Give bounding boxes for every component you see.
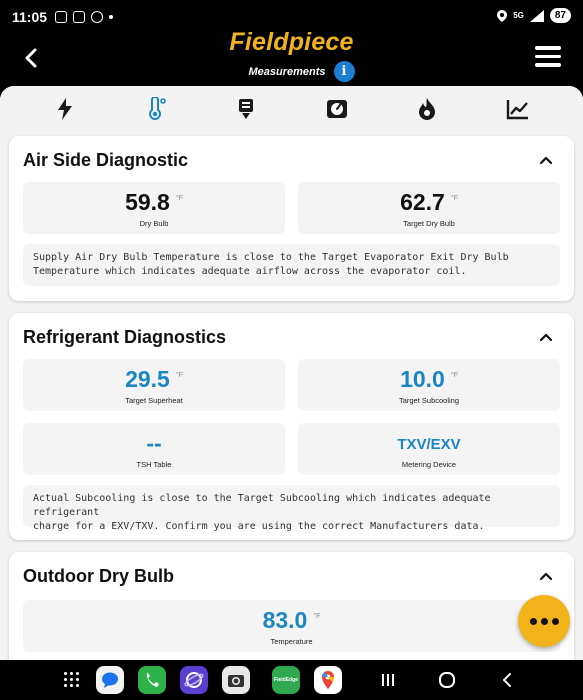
metering-device-value: TXV/EXV [397, 436, 461, 453]
target-subcooling-value: 10.0 [400, 366, 445, 392]
metering-device-tile[interactable]: TXV/EXV Metering Device [298, 423, 560, 475]
signal-icon [529, 9, 544, 22]
target-subcooling-tile: 10.0 °F Target Subcooling [298, 359, 560, 411]
measurements-content: Air Side Diagnostic 59.8 °F Dry Bulb 62.7… [0, 86, 583, 660]
tsh-table-value: -- [146, 430, 162, 456]
target-superheat-value: 29.5 [125, 366, 170, 392]
outdoor-temperature-value: 83.0 [262, 607, 308, 633]
target-superheat-unit: °F [175, 372, 183, 379]
back-nav-icon[interactable] [498, 671, 516, 689]
air-side-card-title: Air Side Diagnostic [23, 150, 189, 170]
app-drawer-icon[interactable] [64, 672, 80, 688]
collapse-chevron-up-icon[interactable] [536, 327, 556, 347]
tab-temperature[interactable] [138, 91, 174, 127]
fab-dot-icon [540, 617, 548, 625]
app-header: Fieldpiece Measurements i [0, 28, 583, 86]
tsh-table-tile[interactable]: -- TSH Table [23, 423, 285, 475]
app-notification-icon [73, 11, 86, 23]
browser-app-icon[interactable] [180, 666, 208, 694]
metering-device-label: Metering Device [401, 460, 457, 469]
fab-dot-icon [529, 617, 537, 625]
camera-app-icon[interactable] [222, 666, 250, 694]
refrigerant-diagnosis-note: Actual Subcooling is close to the Target… [23, 485, 560, 532]
dry-bulb-tile: 59.8 °F Dry Bulb [23, 182, 285, 234]
status-system-icons: 5G 87 [497, 8, 571, 23]
measurement-tab-bar [0, 86, 583, 132]
dry-bulb-value-row: 59.8 °F [23, 189, 285, 216]
refrigerant-note-line-2: charge for a EXV/TXV. Confirm you are us… [33, 521, 485, 532]
brand-logo: Fieldpiece [229, 28, 354, 56]
location-icon [497, 9, 508, 22]
thermometer-icon [148, 97, 166, 120]
target-subcooling-value-row: 10.0 °F [298, 366, 560, 393]
target-dry-bulb-value-row: 62.7 °F [298, 189, 560, 216]
air-side-note-line-1: Supply Air Dry Bulb Temperature is close… [33, 252, 509, 263]
tab-trends[interactable] [500, 91, 536, 127]
refrigerant-note-line-1: Actual Subcooling is close to the Target… [33, 493, 491, 518]
dry-bulb-value: 59.8 [125, 189, 170, 215]
battery-level: 87 [549, 8, 571, 23]
tab-electrical[interactable] [47, 91, 83, 127]
target-subcooling-label: Target Subcooling [398, 396, 460, 405]
fieldedge-app-label: FieldEdge [274, 677, 298, 683]
dry-bulb-label: Dry Bulb [139, 219, 169, 228]
tab-pressure[interactable] [319, 91, 355, 127]
air-side-diagnosis-note: Supply Air Dry Bulb Temperature is close… [23, 244, 560, 286]
sync-icon [91, 11, 104, 23]
lightning-icon [58, 98, 73, 120]
target-superheat-tile: 29.5 °F Target Superheat [23, 359, 285, 411]
fab-dot-icon [551, 617, 559, 625]
dry-bulb-unit: °F [175, 195, 183, 202]
system-navigation-bar: FieldEdge [0, 660, 583, 700]
home-icon[interactable] [438, 671, 456, 689]
outdoor-temperature-value-row: 83.0 °F [23, 607, 560, 634]
info-icon[interactable]: i [333, 61, 355, 82]
psychrometer-icon [239, 99, 254, 119]
air-side-note-line-2: Temperature which indicates adequate air… [33, 266, 467, 277]
gauge-icon [326, 100, 347, 118]
page-subtitle-row: Measurements i [0, 61, 583, 82]
tsh-table-label: TSH Table [136, 460, 172, 469]
target-dry-bulb-unit: °F [450, 195, 458, 202]
refrigerant-diagnostics-card: Refrigerant Diagnostics 29.5 °F Target Su… [9, 313, 574, 540]
outdoor-dry-bulb-card: Outdoor Dry Bulb 83.0 °F Temperature [9, 552, 574, 660]
messages-app-icon[interactable] [96, 666, 124, 694]
fieldedge-app-icon[interactable]: FieldEdge [272, 666, 300, 694]
hamburger-menu-icon[interactable] [535, 46, 561, 68]
status-time: 11:05 [12, 9, 48, 25]
recent-apps-icon[interactable] [380, 672, 396, 688]
target-dry-bulb-label: Target Dry Bulb [403, 219, 455, 228]
page-subtitle: Measurements [248, 65, 326, 78]
more-options-fab[interactable] [518, 595, 570, 647]
network-type-label: 5G [513, 11, 524, 20]
target-superheat-value-row: 29.5 °F [23, 366, 285, 393]
target-dry-bulb-tile: 62.7 °F Target Dry Bulb [298, 182, 560, 234]
outdoor-temperature-label: Temperature [270, 637, 313, 646]
air-side-diagnostic-card: Air Side Diagnostic 59.8 °F Dry Bulb 62.7… [9, 136, 574, 301]
outdoor-temperature-tile: 83.0 °F Temperature [23, 600, 560, 652]
flame-icon [419, 98, 436, 120]
phone-app-icon[interactable] [138, 666, 166, 694]
target-subcooling-unit: °F [450, 372, 458, 379]
trend-chart-icon [506, 100, 528, 120]
target-dry-bulb-value: 62.7 [400, 189, 445, 215]
tab-combustion[interactable] [409, 91, 445, 127]
maps-app-icon[interactable] [314, 666, 342, 694]
collapse-chevron-up-icon[interactable] [536, 566, 556, 586]
status-notification-icons [55, 11, 114, 23]
target-superheat-label: Target Superheat [125, 396, 183, 405]
screenshot-icon [55, 11, 68, 23]
refrigerant-card-title: Refrigerant Diagnostics [23, 327, 227, 347]
more-notifications-dot-icon [109, 15, 114, 19]
tab-psychrometer[interactable] [228, 91, 264, 127]
outdoor-card-title: Outdoor Dry Bulb [23, 566, 174, 586]
collapse-chevron-up-icon[interactable] [536, 150, 556, 170]
app-screen: 11:05 5G 87 Fieldpiece Measurements i Ai… [0, 0, 583, 700]
outdoor-temperature-unit: °F [313, 613, 321, 620]
